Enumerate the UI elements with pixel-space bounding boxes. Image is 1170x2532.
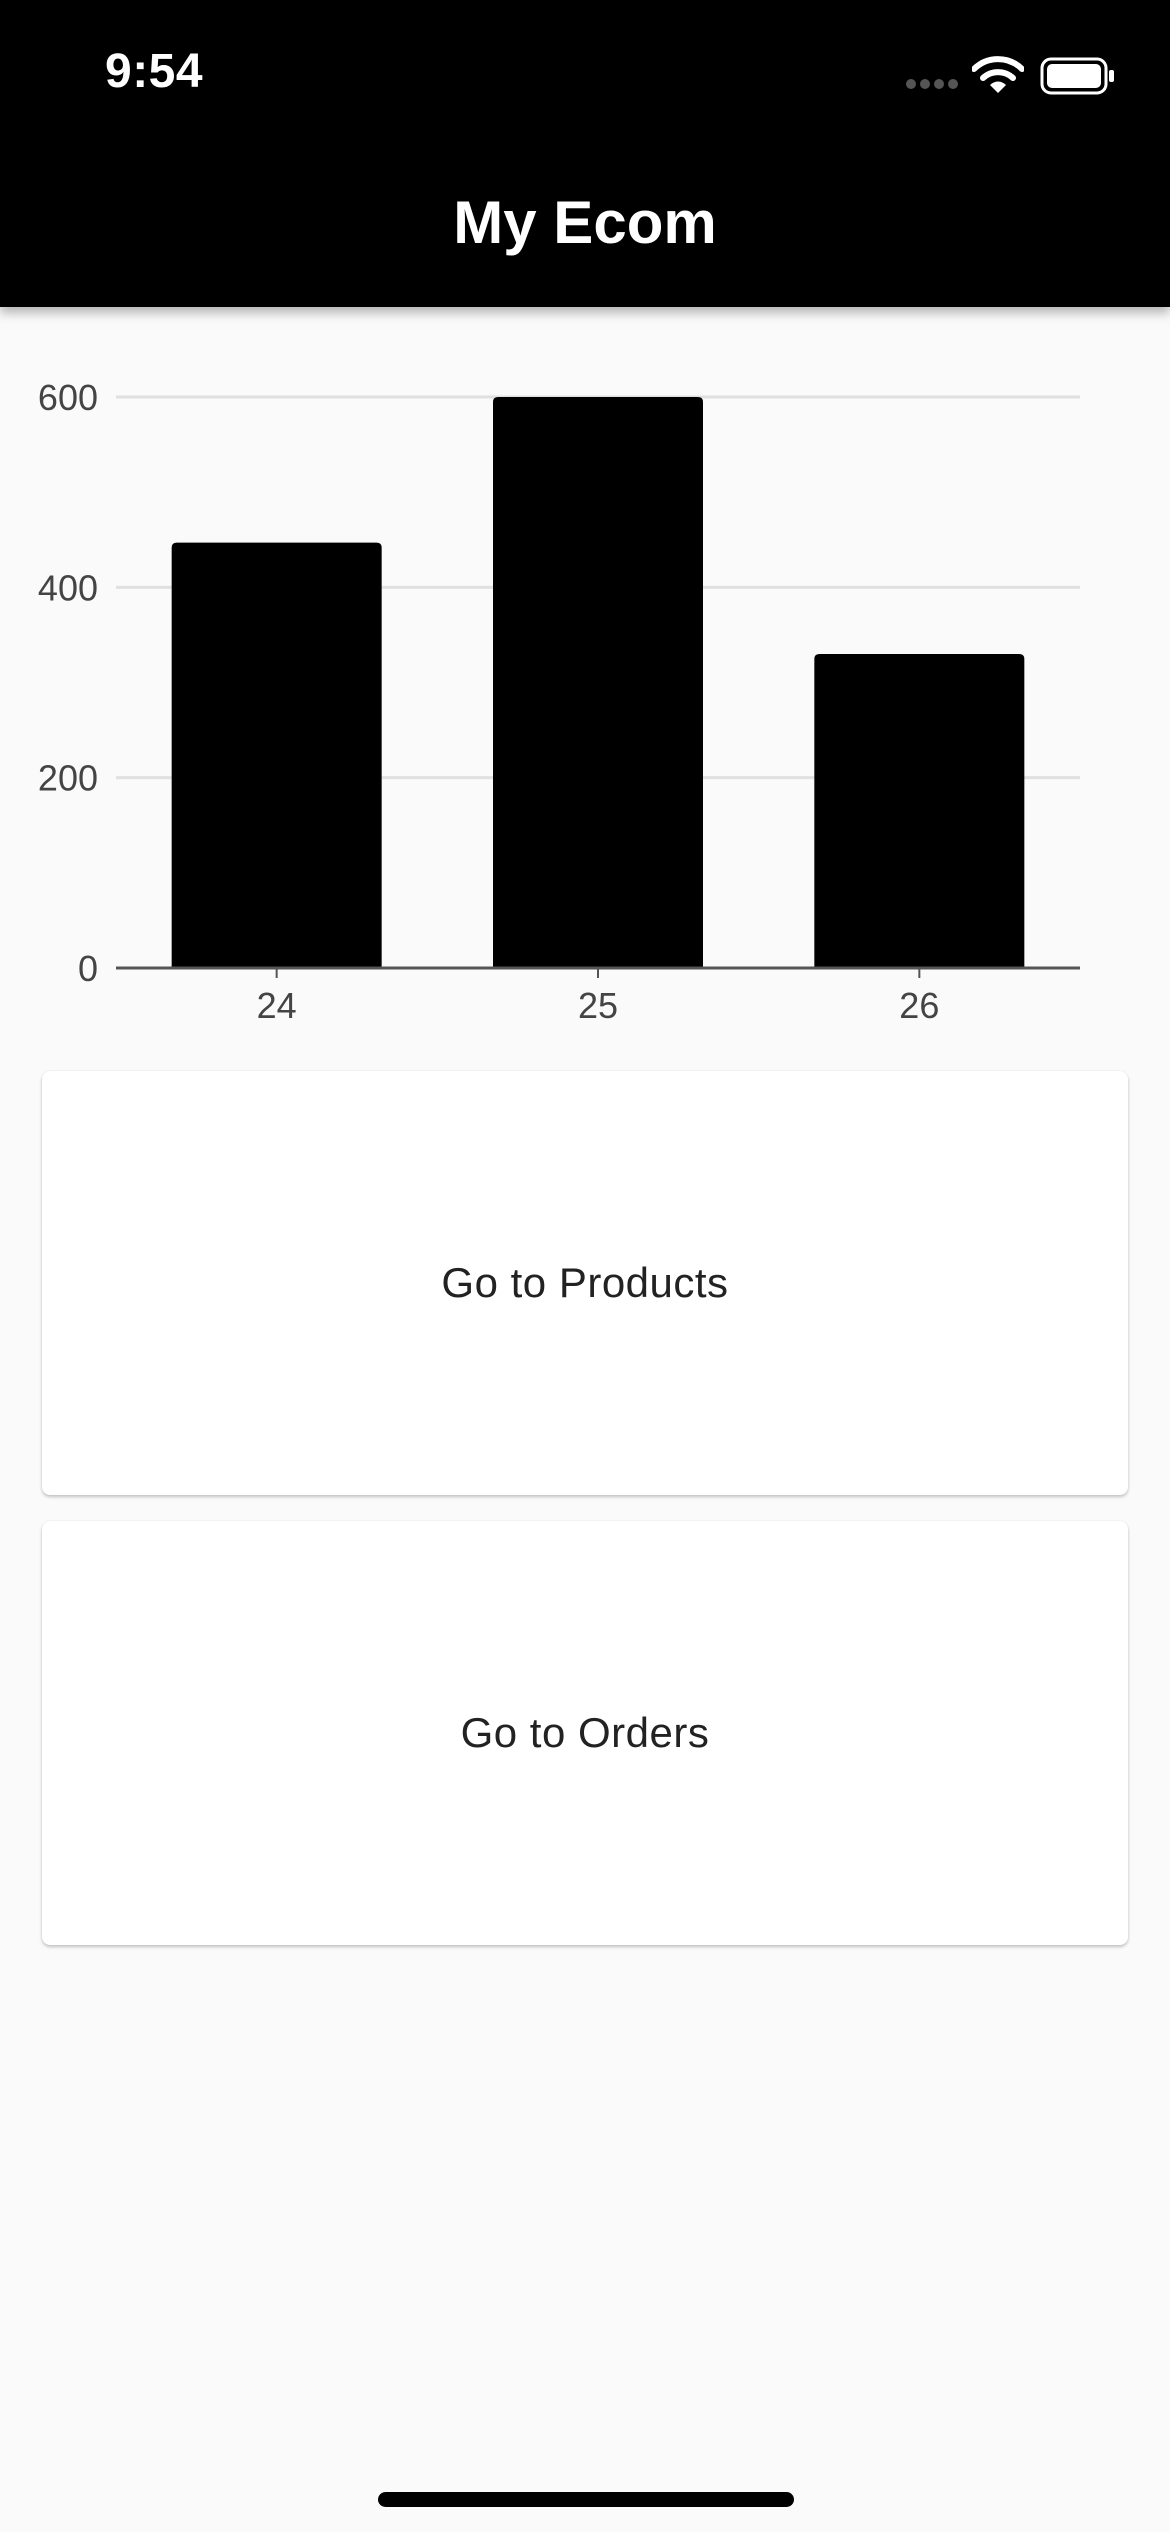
bar-26 bbox=[814, 653, 1025, 968]
chart-svg: 0 200 400 600 24 25 26 bbox=[38, 377, 1080, 1026]
bar-25 bbox=[493, 397, 703, 968]
bar-24 bbox=[171, 542, 382, 968]
go-to-orders-card[interactable]: Go to Orders bbox=[42, 1521, 1128, 1945]
app-bar: 9:54 My Ecom bbox=[0, 0, 1170, 307]
y-tick-label: 200 bbox=[38, 758, 98, 799]
signal-icon bbox=[906, 79, 958, 89]
x-tick-label: 24 bbox=[257, 985, 297, 1026]
battery-icon bbox=[1040, 57, 1114, 95]
y-tick-label: 600 bbox=[38, 377, 98, 418]
y-tick-label: 0 bbox=[78, 948, 98, 989]
status-time: 9:54 bbox=[105, 45, 204, 98]
x-tick-label: 25 bbox=[578, 985, 618, 1026]
home-indicator bbox=[378, 2492, 794, 2507]
go-to-products-card[interactable]: Go to Products bbox=[42, 1071, 1128, 1495]
go-to-orders-label: Go to Orders bbox=[460, 1709, 710, 1756]
y-tick-label: 400 bbox=[38, 567, 98, 608]
x-tick-label: 26 bbox=[899, 985, 939, 1026]
wifi-icon bbox=[972, 56, 1024, 93]
page-title: My Ecom bbox=[453, 189, 717, 256]
sales-bar-chart: 0 200 400 600 24 25 26 bbox=[0, 307, 1170, 1027]
go-to-products-label: Go to Products bbox=[441, 1259, 729, 1306]
